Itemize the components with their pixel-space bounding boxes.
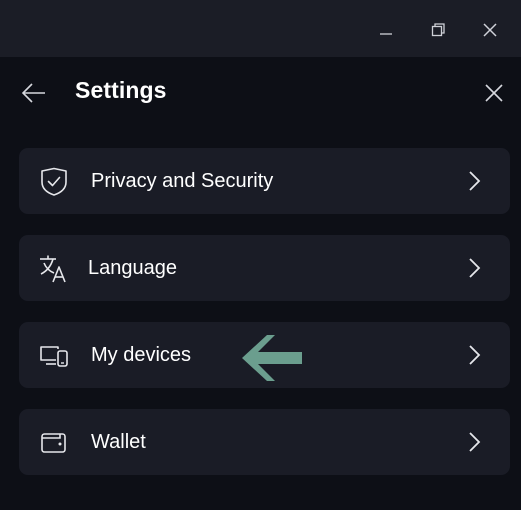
close-icon [485, 84, 503, 102]
menu-item-label: Privacy and Security [91, 170, 274, 192]
restore-icon [431, 23, 445, 37]
menu-item-label: Language [88, 257, 177, 279]
settings-header: Settings [0, 57, 521, 127]
menu-item-privacy-security[interactable]: Privacy and Security [19, 148, 510, 214]
wallet-icon [39, 428, 69, 458]
chevron-right-icon [469, 171, 481, 191]
menu-item-label: My devices [91, 344, 192, 366]
chevron-right-icon [469, 258, 481, 278]
page-title: Settings [75, 77, 167, 103]
close-window-button[interactable] [470, 10, 510, 50]
translate-icon [39, 254, 69, 284]
minimize-icon [380, 33, 392, 35]
minimize-button[interactable] [366, 10, 406, 50]
chevron-right-icon [469, 432, 481, 452]
window-titlebar [0, 0, 521, 57]
arrow-left-icon [21, 83, 45, 103]
devices-icon [39, 341, 69, 371]
menu-item-wallet[interactable]: Wallet [19, 409, 510, 475]
shield-icon [39, 167, 69, 197]
back-button[interactable] [14, 73, 54, 113]
close-icon [483, 23, 497, 37]
chevron-right-icon [469, 345, 481, 365]
menu-item-label: Wallet [91, 431, 146, 453]
menu-item-language[interactable]: Language [19, 235, 510, 301]
close-settings-button[interactable] [474, 73, 514, 113]
arrow-left-pointer-icon [242, 335, 302, 381]
restore-button[interactable] [418, 10, 458, 50]
